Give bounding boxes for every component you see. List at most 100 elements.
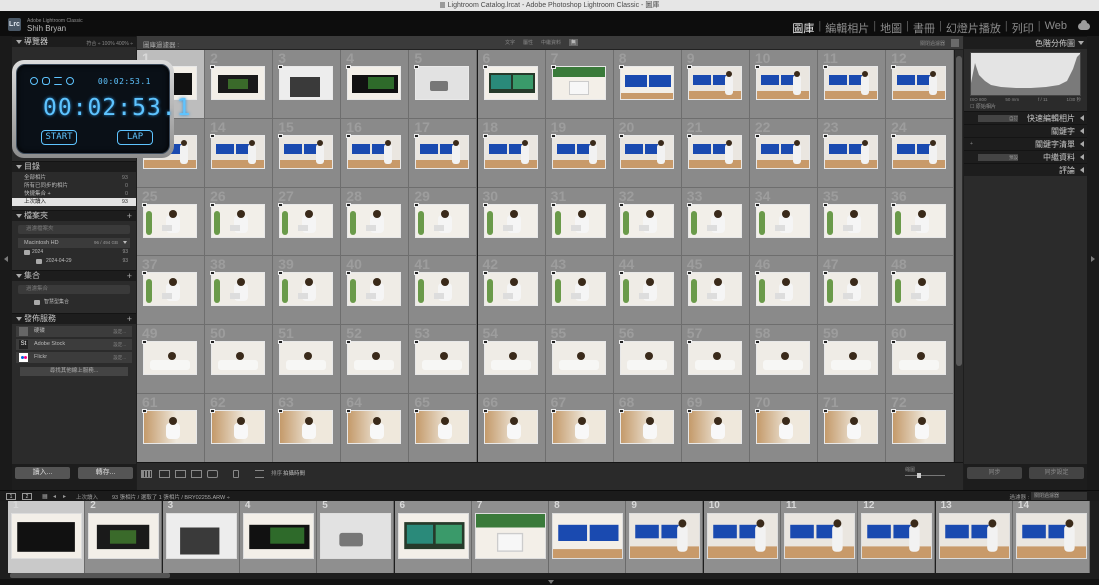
grid-cell[interactable]: 72 bbox=[886, 394, 955, 462]
grid-cell[interactable]: 56 bbox=[613, 325, 682, 394]
grid-cell-thumbnail[interactable] bbox=[143, 341, 197, 376]
grid-cell-thumbnail[interactable] bbox=[551, 134, 606, 169]
add-publish-icon[interactable]: + bbox=[127, 314, 132, 324]
grid-cell-thumbnail[interactable] bbox=[892, 134, 947, 169]
collection-filter-input[interactable]: 過濾集合 bbox=[18, 285, 130, 294]
original-photo-checkbox[interactable]: ☐ 原始相片 bbox=[970, 103, 996, 110]
filmstrip-thumbnail[interactable] bbox=[474, 513, 546, 559]
grid-cell[interactable]: 28 bbox=[341, 187, 410, 257]
sort-select[interactable]: 拍攝時間 bbox=[283, 469, 305, 477]
secondary-window-button[interactable]: 2 bbox=[22, 493, 32, 500]
grid-cell-thumbnail[interactable] bbox=[551, 203, 606, 238]
filter-tab-metadata[interactable]: 中繼資料 bbox=[541, 39, 561, 46]
grid-cell[interactable]: 40 bbox=[341, 256, 410, 326]
filmstrip-cell[interactable]: 9 bbox=[626, 501, 704, 573]
stopwatch-start-button[interactable]: START bbox=[41, 130, 77, 145]
grid-cell-thumbnail[interactable] bbox=[483, 341, 538, 376]
filmstrip-thumbnail[interactable] bbox=[938, 513, 1010, 559]
power-icon[interactable] bbox=[30, 77, 38, 85]
grid-cell-thumbnail[interactable] bbox=[892, 341, 947, 376]
grid-cell[interactable]: 52 bbox=[341, 325, 410, 394]
grid-cell[interactable]: 41 bbox=[409, 256, 478, 326]
grid-cell-thumbnail[interactable] bbox=[483, 66, 538, 100]
filmstrip-cell[interactable]: 3 bbox=[162, 501, 240, 573]
grid-cell-thumbnail[interactable] bbox=[687, 203, 742, 238]
grid-cell-thumbnail[interactable] bbox=[755, 272, 810, 307]
grid-cell-thumbnail[interactable] bbox=[619, 203, 674, 238]
service-setup[interactable]: 設定... bbox=[113, 339, 126, 350]
grid-cell-thumbnail[interactable] bbox=[211, 134, 266, 169]
grid-cell-thumbnail[interactable] bbox=[143, 410, 197, 444]
survey-view-icon[interactable] bbox=[191, 470, 202, 478]
back-arrow-icon[interactable]: ◂ bbox=[53, 493, 56, 500]
folder-filter-input[interactable]: 過濾檔案夾 bbox=[18, 225, 130, 234]
grid-cell[interactable]: 51 bbox=[273, 325, 342, 394]
grid-cell[interactable]: 64 bbox=[341, 394, 410, 462]
grid-cell[interactable]: 25 bbox=[137, 187, 206, 257]
grid-cell-thumbnail[interactable] bbox=[824, 66, 878, 100]
filmstrip-cell[interactable]: 8 bbox=[549, 501, 627, 573]
grid-cell[interactable]: 65 bbox=[409, 394, 478, 462]
grid-cell[interactable]: 59 bbox=[818, 325, 887, 394]
grid-cell-thumbnail[interactable] bbox=[824, 410, 878, 444]
grid-cell[interactable]: 4 bbox=[341, 50, 410, 119]
module-map[interactable]: 地圖 bbox=[878, 20, 904, 36]
filmstrip-thumbnail[interactable] bbox=[165, 513, 237, 559]
grid-cell[interactable]: 46 bbox=[749, 256, 818, 326]
add-collection-icon[interactable]: + bbox=[127, 271, 132, 281]
grid-cell[interactable]: 15 bbox=[273, 118, 342, 188]
module-library[interactable]: 圖庫 bbox=[790, 20, 816, 36]
grid-cell-thumbnail[interactable] bbox=[892, 410, 947, 444]
grid-cell-thumbnail[interactable] bbox=[211, 410, 266, 444]
catalog-item-last-import[interactable]: 上次讀入 93 bbox=[12, 198, 136, 206]
keywording-header[interactable]: 關鍵字 bbox=[964, 124, 1087, 137]
filter-tab-none[interactable]: 無 bbox=[569, 39, 579, 46]
sort-direction-icon[interactable] bbox=[255, 470, 264, 478]
filter-preset-select[interactable]: 關閉過濾器 bbox=[920, 40, 945, 47]
filmstrip-cell[interactable]: 4 bbox=[239, 501, 317, 573]
filmstrip-cell[interactable]: 2 bbox=[85, 501, 163, 573]
grid-cell-thumbnail[interactable] bbox=[824, 341, 878, 376]
grid-cell[interactable]: 26 bbox=[205, 187, 274, 257]
filmstrip-thumbnail[interactable] bbox=[320, 513, 392, 559]
grid-cell-thumbnail[interactable] bbox=[824, 272, 878, 307]
grid-cell[interactable]: 38 bbox=[205, 256, 274, 326]
grid-cell[interactable]: 44 bbox=[613, 256, 682, 326]
grid-cell-thumbnail[interactable] bbox=[347, 203, 402, 238]
grid-cell-thumbnail[interactable] bbox=[687, 272, 742, 307]
module-slideshow[interactable]: 幻燈片播放 bbox=[944, 20, 1003, 36]
find-more-services-button[interactable]: 尋找其他線上服務... bbox=[20, 367, 128, 376]
compare-view-icon[interactable] bbox=[175, 470, 186, 478]
grid-cell[interactable]: 18 bbox=[477, 118, 546, 188]
grid-cell[interactable]: 29 bbox=[409, 187, 478, 257]
grid-cell[interactable]: 3 bbox=[273, 50, 342, 119]
grid-cell-thumbnail[interactable] bbox=[415, 66, 470, 100]
record-icon[interactable] bbox=[66, 77, 74, 85]
grid-cell[interactable]: 24 bbox=[886, 118, 955, 188]
grid-cell[interactable]: 16 bbox=[341, 118, 410, 188]
metadata-header[interactable]: 預設 中繼資料 bbox=[964, 150, 1087, 163]
grid-cell[interactable]: 53 bbox=[409, 325, 478, 394]
grid-cell[interactable]: 45 bbox=[681, 256, 750, 326]
filmstrip-thumbnail[interactable] bbox=[784, 513, 855, 559]
filmstrip-scrollbar[interactable] bbox=[10, 573, 170, 578]
grid-cell-thumbnail[interactable] bbox=[143, 272, 197, 307]
grid-cell[interactable]: 33 bbox=[681, 187, 750, 257]
grid-cell-thumbnail[interactable] bbox=[415, 410, 470, 444]
grid-cell[interactable]: 23 bbox=[818, 118, 887, 188]
collections-header[interactable]: 集合 + bbox=[12, 270, 136, 281]
grid-cell-thumbnail[interactable] bbox=[347, 410, 402, 444]
filmstrip-toggle[interactable] bbox=[0, 579, 1099, 585]
grid-cell-thumbnail[interactable] bbox=[619, 134, 674, 169]
publish-header[interactable]: 發佈服務 + bbox=[12, 313, 136, 324]
grid-cell-thumbnail[interactable] bbox=[824, 134, 878, 169]
grid-scrollbar[interactable] bbox=[955, 50, 963, 462]
left-panel-toggle[interactable] bbox=[0, 36, 12, 490]
grid-cell[interactable]: 6 bbox=[477, 50, 546, 119]
navigator-header[interactable]: 導覽器 符合 ÷ 100% 400% ÷ bbox=[12, 36, 136, 47]
module-book[interactable]: 書冊 bbox=[911, 20, 937, 36]
quick-develop-header[interactable]: 自訂 快速編輯相片 bbox=[964, 111, 1087, 124]
grid-cell[interactable]: 17 bbox=[409, 118, 478, 188]
grid-cell-thumbnail[interactable] bbox=[687, 341, 742, 376]
grid-cell[interactable]: 8 bbox=[613, 50, 682, 119]
